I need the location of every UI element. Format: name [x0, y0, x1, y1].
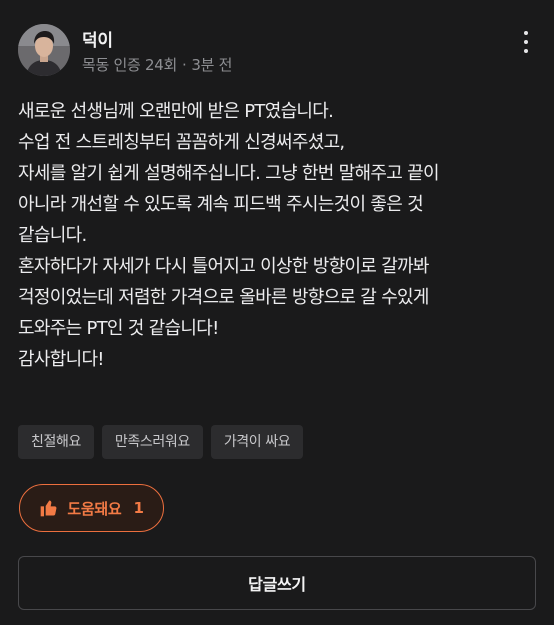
thumbs-up-icon [41, 500, 57, 517]
meta-separator: · [181, 56, 187, 74]
more-options-button[interactable] [518, 28, 534, 56]
post-time: 3분 전 [191, 56, 233, 74]
review-line: 자세를 알기 쉽게 설명해주십니다. 그냥 한번 말해주고 끝이 [18, 163, 440, 184]
tag-cheap: 가격이 싸요 [210, 425, 304, 459]
verification-count: 인증 24회 [113, 56, 177, 74]
tag-satisfied: 만족스러워요 [101, 425, 203, 459]
review-tags: 친절해요 만족스러워요 가격이 싸요 [18, 425, 304, 459]
review-line: 감사합니다! [18, 349, 105, 370]
review-line: 같습니다. [18, 225, 87, 246]
review-line: 도와주는 PT인 것 같습니다! [18, 318, 219, 339]
helpful-button[interactable]: 도움돼요 1 [19, 484, 164, 532]
review-line: 아니라 개선할 수 있도록 계속 피드백 주시는것이 좋은 것 [18, 194, 424, 215]
review-line: 혼자하다가 자세가 다시 틀어지고 이상한 방향이로 갈까봐 [18, 256, 429, 277]
reply-button[interactable]: 답글쓰기 [18, 556, 536, 610]
review-line: 수업 전 스트레칭부터 꼼꼼하게 신경써주셨고, [18, 132, 345, 153]
review-header: 덕이 목동 인증 24회 · 3분 전 [18, 24, 538, 78]
author-name[interactable]: 덕이 [82, 26, 113, 51]
review-line: 새로운 선생님께 오랜만에 받은 PT였습니다. [18, 101, 334, 122]
review-card: 덕이 목동 인증 24회 · 3분 전 새로운 선생님께 오랜만에 받은 PT였습니… [0, 0, 554, 625]
helpful-count: 1 [133, 499, 144, 517]
review-text: 새로운 선생님께 오랜만에 받은 PT였습니다. 수업 전 스트레칭부터 꼼꼼하… [18, 96, 543, 375]
review-line: 걱정이었는데 저렴한 가격으로 올바른 방향으로 갈 수있게 [18, 287, 429, 308]
avatar-image [18, 24, 70, 76]
author-location: 목동 [82, 56, 110, 74]
more-vertical-icon [524, 31, 528, 35]
avatar[interactable] [18, 24, 70, 76]
tag-kind: 친절해요 [18, 425, 94, 459]
helpful-label: 도움돼요 [67, 499, 122, 518]
author-meta: 목동 인증 24회 · 3분 전 [82, 54, 232, 75]
